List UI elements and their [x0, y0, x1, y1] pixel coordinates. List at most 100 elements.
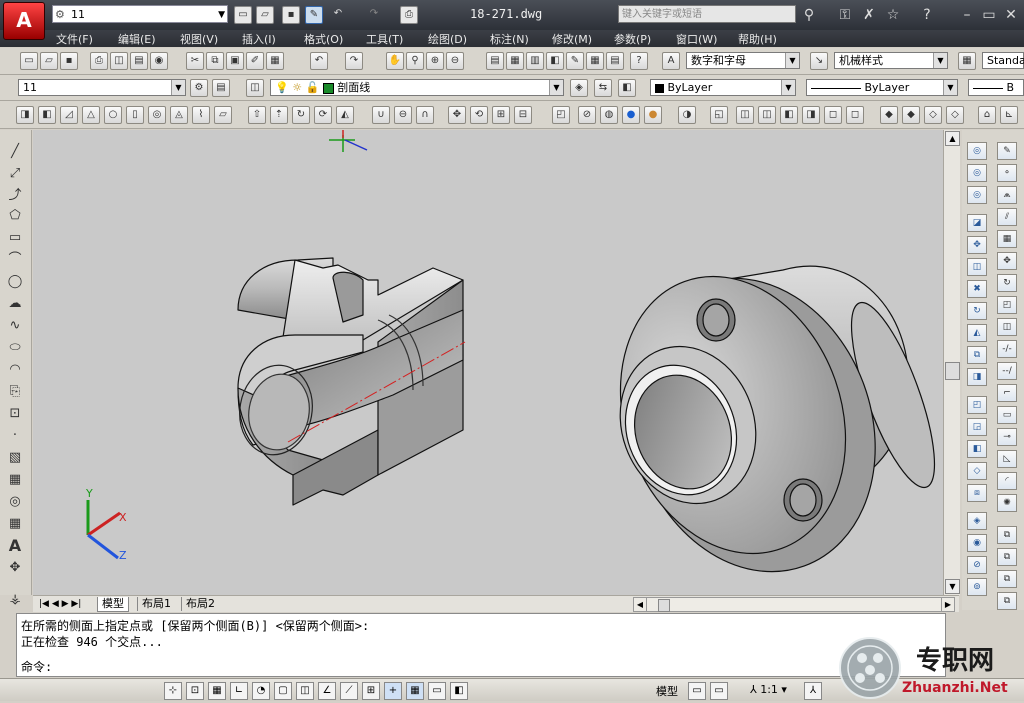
lineweight-select[interactable]: B — [968, 79, 1024, 96]
minimize-icon[interactable]: – — [958, 6, 976, 24]
delete-faces-icon[interactable]: ✖ — [967, 280, 987, 298]
menu-window[interactable]: 窗口(W) — [676, 31, 717, 47]
line-icon[interactable]: ╱ — [5, 142, 25, 162]
tool-palettes-icon[interactable]: ▥ — [526, 52, 544, 70]
color-faces-icon[interactable]: ◨ — [967, 368, 987, 386]
3d-move-icon[interactable]: ✥ — [448, 106, 466, 124]
dynamic-ucs-icon[interactable]: ⟋ — [340, 682, 358, 700]
erase-icon[interactable]: ✎ — [997, 142, 1017, 160]
loft-icon[interactable]: ◭ — [336, 106, 354, 124]
sheet-set-icon[interactable]: ◧ — [546, 52, 564, 70]
add-selected-icon[interactable]: ✥ — [5, 558, 25, 578]
h-scroll-thumb[interactable] — [658, 599, 670, 612]
visual-styles-icon[interactable]: ◰ — [552, 106, 570, 124]
lineweight-toggle-icon[interactable]: + — [384, 682, 402, 700]
redo-icon[interactable]: ↷ — [366, 6, 382, 22]
torus-icon[interactable]: ◎ — [148, 106, 166, 124]
chamfer-icon[interactable]: ◺ — [997, 450, 1017, 468]
realistic-icon[interactable]: ● — [622, 106, 640, 124]
pyramid-icon[interactable]: ◬ — [170, 106, 188, 124]
block-editor-icon[interactable]: ▦ — [266, 52, 284, 70]
offset-icon[interactable]: ⫽ — [997, 208, 1017, 226]
search-input[interactable]: 键入关键字或短语 — [618, 5, 796, 23]
annotation-scale[interactable]: ⅄ 1:1 ▾ — [750, 683, 787, 696]
dim-style-select[interactable]: 机械样式 ▼ — [834, 52, 948, 69]
workspace-combo[interactable]: ⚙ 11 ▼ — [52, 5, 228, 23]
wedge-icon[interactable]: ◿ — [60, 106, 78, 124]
properties-icon[interactable]: ▤ — [486, 52, 504, 70]
qnew-icon[interactable]: ▭ — [20, 52, 38, 70]
intersect-icon[interactable]: ∩ — [416, 106, 434, 124]
maximize-icon[interactable]: ▭ — [980, 6, 998, 24]
design-center-icon[interactable]: ▦ — [506, 52, 524, 70]
region-icon[interactable]: ◎ — [5, 492, 25, 512]
bring-front-icon[interactable]: ⧉ — [997, 548, 1017, 566]
polysolid-icon[interactable]: ◨ — [16, 106, 34, 124]
spline-icon[interactable]: ∿ — [5, 316, 25, 336]
conceptual-icon[interactable]: ● — [644, 106, 662, 124]
ellipse-icon[interactable]: ⬭ — [5, 338, 25, 358]
explode-icon[interactable]: ✺ — [997, 494, 1017, 512]
polar-tracking-icon[interactable]: ◔ — [252, 682, 270, 700]
tab-layout2[interactable]: 布局2 — [181, 597, 219, 611]
menu-parametric[interactable]: 参数(P) — [614, 31, 651, 47]
break-icon[interactable]: ▭ — [997, 406, 1017, 424]
planar-surface-icon[interactable]: ▱ — [214, 106, 232, 124]
color-select[interactable]: ByLayer ▼ — [650, 79, 796, 96]
communication-icon[interactable]: ✗ — [860, 6, 878, 24]
layer-state-manager-icon[interactable]: ⚙ — [190, 79, 208, 97]
tab-layout1[interactable]: 布局1 — [137, 597, 175, 611]
3d-align-icon[interactable]: ⊞ — [492, 106, 510, 124]
3d-array-icon[interactable]: ⊟ — [514, 106, 532, 124]
imprint-icon[interactable]: ◧ — [967, 440, 987, 458]
presspull-icon[interactable]: ⇡ — [270, 106, 288, 124]
intersect-icon[interactable]: ◎ — [967, 186, 987, 204]
menu-view[interactable]: 视图(V) — [180, 31, 218, 47]
bottom-view-icon[interactable]: ◫ — [758, 106, 776, 124]
layer-isolate-icon[interactable]: ◧ — [618, 79, 636, 97]
preview-icon[interactable]: ◫ — [110, 52, 128, 70]
binoculars-icon[interactable]: ⚲ — [800, 6, 818, 24]
rectangle-icon[interactable]: ▭ — [5, 228, 25, 248]
union-icon[interactable]: ∪ — [372, 106, 390, 124]
pan-icon[interactable]: ✋ — [386, 52, 404, 70]
array-icon[interactable]: ▦ — [997, 230, 1017, 248]
revision-cloud-icon[interactable]: ☁ — [5, 294, 25, 314]
se-iso-icon[interactable]: ◆ — [902, 106, 920, 124]
save-icon[interactable]: ▪ — [282, 6, 300, 24]
helix-icon[interactable]: ⌇ — [192, 106, 210, 124]
move-icon[interactable]: ✥ — [997, 252, 1017, 270]
transparency-icon[interactable]: ▦ — [406, 682, 424, 700]
shell-icon[interactable]: ◈ — [967, 512, 987, 530]
taper-faces-icon[interactable]: ◭ — [967, 324, 987, 342]
menu-edit[interactable]: 编辑(E) — [118, 31, 156, 47]
linetype-select[interactable]: ByLayer ▼ — [806, 79, 958, 96]
draw-order-icon[interactable]: ⧉ — [997, 526, 1017, 544]
cone-icon[interactable]: △ — [82, 106, 100, 124]
horizontal-scrollbar[interactable]: ◀ ▶ — [633, 597, 955, 612]
gradient-icon[interactable]: ▦ — [5, 470, 25, 490]
extrude-icon[interactable]: ⇧ — [248, 106, 266, 124]
arc-icon[interactable]: ⌒ — [5, 250, 25, 270]
help-icon[interactable]: ? — [918, 6, 936, 24]
tab-model[interactable]: 模型 — [97, 597, 129, 612]
grid-display-icon[interactable]: ▦ — [208, 682, 226, 700]
cut-icon[interactable]: ✂ — [186, 52, 204, 70]
menu-tools[interactable]: 工具(T) — [366, 31, 403, 47]
quick-view-drawings-icon[interactable]: ▭ — [710, 682, 728, 700]
menu-file[interactable]: 文件(F) — [56, 31, 93, 47]
scale-icon[interactable]: ◰ — [997, 296, 1017, 314]
union-icon[interactable]: ◎ — [967, 142, 987, 160]
insert-block-icon[interactable]: ⎘ — [5, 382, 25, 402]
infer-constraints-icon[interactable]: ⊹ — [164, 682, 182, 700]
layer-state-select[interactable]: 11 ▼ — [18, 79, 186, 96]
scroll-thumb[interactable] — [945, 362, 960, 380]
annotation-visibility-icon[interactable]: ⅄ — [804, 682, 822, 700]
text-style-select[interactable]: 数字和字母 ▼ — [686, 52, 800, 69]
revolve-icon[interactable]: ⟳ — [314, 106, 332, 124]
menu-help[interactable]: 帮助(H) — [738, 31, 777, 47]
subtract-icon[interactable]: ◎ — [967, 164, 987, 182]
sw-iso-icon[interactable]: ◆ — [880, 106, 898, 124]
command-prompt[interactable]: 命令: — [21, 658, 52, 675]
stretch-icon[interactable]: ◫ — [997, 318, 1017, 336]
